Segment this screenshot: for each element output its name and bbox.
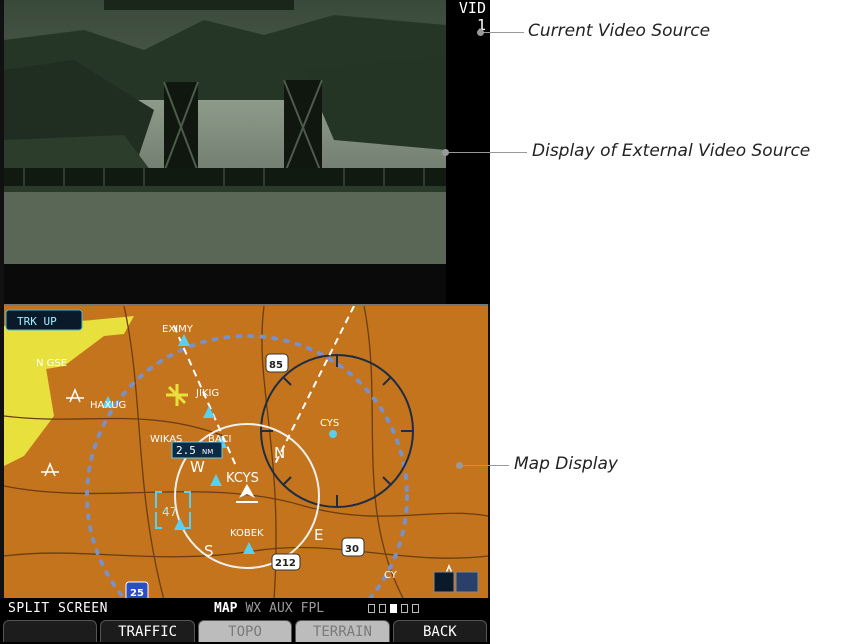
waypoint-label: N GSE: [36, 358, 67, 369]
compass-east: E: [314, 526, 323, 544]
waypoint-label: HAXUG: [90, 400, 126, 411]
page-dot: [379, 604, 386, 613]
compass-north: N: [274, 444, 285, 462]
callout-external-video-source: Display of External Video Source: [532, 141, 811, 161]
page-map: MAP: [214, 601, 238, 616]
orientation-label[interactable]: TRK UP: [17, 315, 57, 328]
highway-shield-label: 85: [269, 360, 283, 371]
moving-map[interactable]: TRK UP EXIMY N GSE HAXUG JIKIG WIKAS BAC…: [4, 306, 488, 600]
video-frame-image: [4, 0, 446, 304]
map-small-label: 47: [162, 505, 177, 519]
device-screen: VID 1 TRK UP EXIMY N GSE HAXUG JIKIG WIK…: [0, 0, 490, 644]
page-group-indicator: MAP WX AUX FPL: [214, 601, 324, 616]
page-dot-active: [390, 604, 397, 613]
waypoint-label: KCYS: [226, 471, 259, 486]
waypoint-label: KOBEK: [230, 528, 264, 539]
page-fpl: FPL: [300, 601, 325, 616]
page-status-bar: SPLIT SCREEN MAP WX AUX FPL: [0, 598, 490, 620]
page-dot: [412, 604, 419, 613]
callout-leader-line: [482, 32, 524, 33]
highway-shield-label: 30: [345, 544, 359, 555]
map-small-label: CY: [384, 570, 398, 581]
softkey-topo[interactable]: TOPO: [197, 620, 293, 642]
page-aux: AUX: [269, 601, 293, 616]
softkey-back[interactable]: BACK: [392, 620, 488, 642]
waypoint-label: CYS: [320, 418, 339, 429]
softkey-terrain[interactable]: TERRAIN: [295, 620, 390, 642]
waypoint-label: BACI: [208, 434, 231, 445]
waypoint-label: JIKIG: [195, 388, 219, 399]
softkey-bar: TRAFFIC TOPO TERRAIN BACK: [0, 620, 490, 644]
page-dot: [401, 604, 408, 613]
callout-leader-line: [461, 465, 509, 466]
map-display[interactable]: TRK UP EXIMY N GSE HAXUG JIKIG WIKAS BAC…: [4, 304, 488, 600]
external-video-display: [4, 0, 446, 304]
softkey-blank[interactable]: [3, 620, 98, 642]
page-dots: [368, 604, 419, 613]
callout-map-display: Map Display: [514, 454, 618, 474]
softkey-traffic[interactable]: TRAFFIC: [100, 620, 195, 642]
map-range-value: 2.5: [176, 444, 196, 457]
map-range-unit: NM: [202, 448, 213, 456]
vid-label: VID: [458, 0, 486, 17]
page-wx: WX: [245, 601, 262, 616]
compass-south: S: [204, 542, 214, 560]
compass-west: W: [190, 458, 205, 476]
split-screen-label: SPLIT SCREEN: [8, 601, 108, 616]
highway-shield-label: 212: [275, 558, 296, 569]
callout-current-video-source: Current Video Source: [528, 21, 711, 41]
waypoint-label: EXIMY: [162, 324, 194, 335]
callout-leader-line: [447, 152, 527, 153]
page-dot: [368, 604, 375, 613]
